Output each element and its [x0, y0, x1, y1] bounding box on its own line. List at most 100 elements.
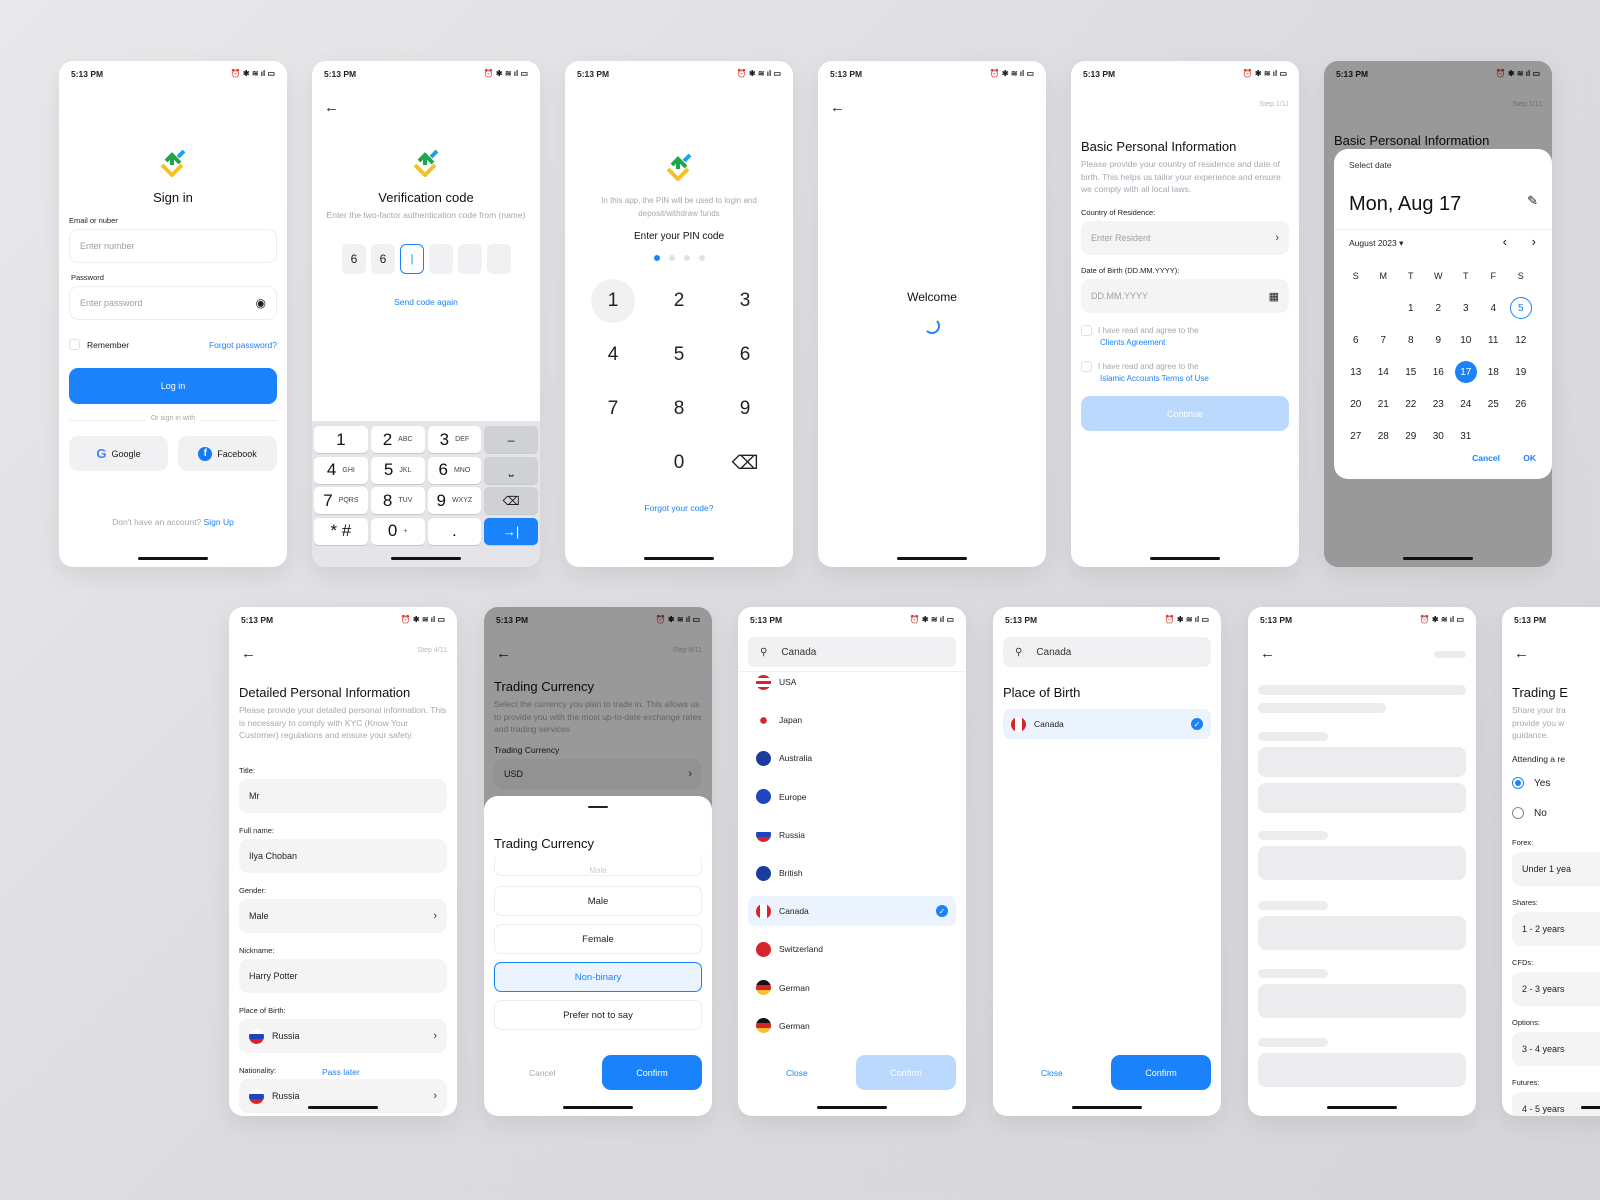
keyboard-key[interactable]: * #	[314, 517, 368, 545]
confirm-button[interactable]: Confirm	[1111, 1055, 1211, 1090]
calendar-day[interactable]: 19	[1510, 361, 1532, 383]
calendar-day[interactable]: 21	[1372, 393, 1394, 415]
month-selector[interactable]: August 2023 ▾	[1349, 238, 1403, 249]
experience-select[interactable]: Under 1 yea	[1512, 852, 1600, 886]
agree-clients[interactable]: I have read and agree to the Clients Agre…	[1081, 325, 1199, 349]
otp-digit[interactable]: 6	[371, 244, 395, 274]
search-input[interactable]: ⚲ Canada	[748, 637, 956, 667]
back-arrow-icon[interactable]: ←	[1514, 645, 1529, 662]
country-item[interactable]: British	[748, 858, 956, 888]
pin-key[interactable]: 6	[712, 333, 778, 377]
pin-key[interactable]: 4	[580, 333, 646, 377]
confirm-button[interactable]: Confirm	[602, 1055, 702, 1090]
nickname-input[interactable]: Harry Potter	[239, 959, 447, 993]
country-item-selected[interactable]: Canada ✓	[748, 896, 956, 927]
calendar-day[interactable]: 27	[1345, 425, 1367, 447]
forgot-code-link[interactable]: Forgot your code?	[565, 503, 793, 513]
forgot-password-link[interactable]: Forgot password?	[209, 340, 277, 350]
google-button[interactable]: G Google	[69, 436, 168, 471]
eye-icon[interactable]: ◉	[256, 296, 266, 310]
country-item[interactable]: USA	[748, 667, 956, 697]
keyboard-key[interactable]: 7 PQRS	[314, 487, 368, 514]
country-item[interactable]: German	[748, 1011, 956, 1041]
checkbox[interactable]	[1081, 325, 1092, 336]
ok-button[interactable]: OK	[1523, 453, 1536, 463]
country-item[interactable]: German	[748, 973, 956, 1003]
gender-select[interactable]: Male ›	[239, 899, 447, 933]
calendar-day[interactable]: 12	[1510, 329, 1532, 351]
prev-month-icon[interactable]: ‹	[1503, 234, 1507, 249]
calendar-day[interactable]: 26	[1510, 393, 1532, 415]
calendar-day[interactable]: 13	[1345, 361, 1367, 383]
country-select[interactable]: Enter Resident ›	[1081, 221, 1289, 255]
calendar-day[interactable]: 20	[1345, 393, 1367, 415]
calendar-day[interactable]: 10	[1455, 329, 1477, 351]
keyboard-key[interactable]: 2 ABC	[370, 426, 425, 453]
back-arrow-icon[interactable]: ←	[1260, 645, 1275, 662]
keyboard-key[interactable]: 4 GHI	[314, 456, 368, 484]
calendar-day[interactable]: 3	[1455, 297, 1477, 319]
edit-pencil-icon[interactable]: ✎	[1527, 193, 1538, 209]
option-item[interactable]: Female	[494, 924, 702, 954]
pin-key[interactable]: 2	[646, 279, 712, 323]
option-item[interactable]: Prefer not to say	[494, 1000, 702, 1030]
keyboard-key[interactable]: 5 JKL	[370, 456, 425, 484]
otp-digit[interactable]	[429, 244, 453, 274]
option-item[interactable]: Male	[494, 854, 702, 876]
calendar-day[interactable]: 11	[1482, 329, 1504, 351]
radio-no[interactable]: No	[1512, 807, 1547, 819]
calendar-day[interactable]: 29	[1400, 425, 1422, 447]
next-month-icon[interactable]: ›	[1532, 234, 1536, 249]
calendar-day[interactable]: 24	[1455, 393, 1477, 415]
keyboard-key[interactable]: 0 +	[370, 517, 425, 545]
experience-select[interactable]: 1 - 2 years	[1512, 912, 1600, 946]
calendar-day[interactable]: 1	[1400, 297, 1422, 319]
login-button[interactable]: Log in	[69, 368, 277, 404]
country-item-selected[interactable]: Canada ✓	[1003, 709, 1211, 739]
pin-key[interactable]: 7	[580, 387, 646, 431]
keyboard-key[interactable]: →|	[484, 517, 538, 545]
otp-digit[interactable]	[458, 244, 482, 274]
calendar-day[interactable]: 6	[1345, 329, 1367, 351]
otp-digit[interactable]	[487, 244, 511, 274]
facebook-button[interactable]: f Facebook	[178, 436, 277, 471]
option-item-selected[interactable]: Non-binary	[494, 962, 702, 992]
checkbox[interactable]	[69, 339, 80, 350]
calendar-icon[interactable]: ▦	[1269, 290, 1279, 303]
pin-key[interactable]: 5	[646, 333, 712, 377]
calendar-day[interactable]: 15	[1400, 361, 1422, 383]
country-item[interactable]: Australia	[748, 743, 956, 773]
option-item[interactable]: Male	[494, 886, 702, 916]
calendar-day[interactable]: 30	[1427, 425, 1449, 447]
keyboard-key[interactable]: 3 DEF	[427, 426, 482, 453]
pin-key[interactable]: 0	[646, 441, 712, 485]
search-input[interactable]: ⚲ Canada	[1003, 637, 1211, 667]
experience-select[interactable]: 4 - 5 years	[1512, 1092, 1600, 1116]
keyboard-key[interactable]: 9 WXYZ	[427, 487, 482, 514]
signup-link[interactable]: Sign Up	[204, 517, 234, 527]
calendar-day[interactable]: 4	[1482, 297, 1504, 319]
clients-agreement-link[interactable]: Clients Agreement	[1100, 338, 1165, 347]
keyboard-key[interactable]: –	[484, 426, 538, 453]
currency-select[interactable]: USD ›	[494, 759, 702, 789]
pin-key[interactable]: 8	[646, 387, 712, 431]
cancel-button[interactable]: Cancel	[1472, 453, 1500, 463]
calendar-day[interactable]: 18	[1482, 361, 1504, 383]
calendar-day[interactable]: 31	[1455, 425, 1477, 447]
keyboard-key[interactable]: 8 TUV	[370, 487, 425, 514]
keyboard-key[interactable]: ⌫	[484, 487, 538, 514]
pin-key[interactable]: 1	[591, 279, 635, 323]
calendar-day[interactable]: 28	[1372, 425, 1394, 447]
dob-input[interactable]: DD.MM.YYYY ▦	[1081, 279, 1289, 313]
keyboard-key[interactable]: 6 MNO	[427, 456, 482, 484]
calendar-day[interactable]: 8	[1400, 329, 1422, 351]
experience-select[interactable]: 3 - 4 years	[1512, 1032, 1600, 1066]
close-button[interactable]: Close	[786, 1068, 808, 1078]
confirm-button[interactable]: Confirm	[856, 1055, 956, 1090]
resend-code-link[interactable]: Send code again	[312, 297, 540, 307]
calendar-day[interactable]: 17	[1454, 361, 1477, 383]
email-input[interactable]: Enter number	[69, 229, 277, 263]
drag-handle[interactable]	[588, 806, 608, 808]
backspace-icon[interactable]: ⌫	[712, 441, 778, 485]
password-input[interactable]: Enter password ◉	[69, 286, 277, 320]
